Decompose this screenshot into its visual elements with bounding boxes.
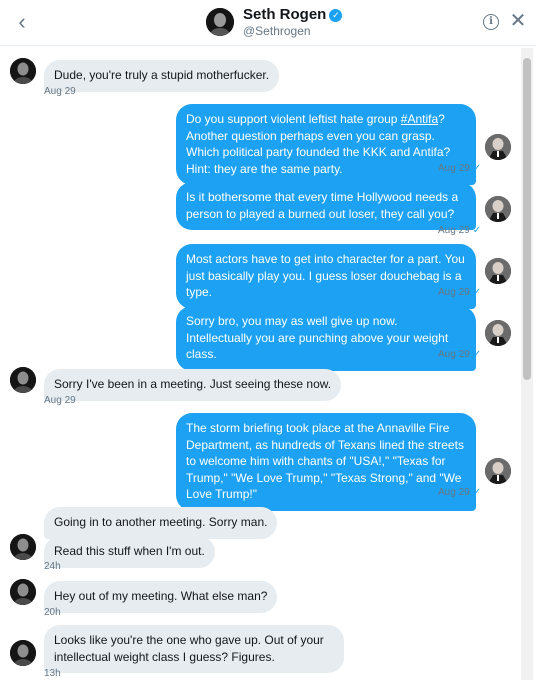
avatar[interactable] — [485, 258, 511, 284]
hashtag-link[interactable]: #Antifa — [401, 112, 438, 126]
message-bubble[interactable]: Looks like you're the one who gave up. O… — [44, 625, 344, 673]
avatar[interactable] — [10, 58, 36, 84]
checkmark-icon: ✓ — [472, 163, 482, 174]
avatar[interactable] — [206, 8, 234, 36]
chevron-left-icon[interactable]: ‹ — [8, 8, 36, 36]
conversation-header: ‹ Seth Rogen ✓ @Sethrogen i ✕ — [0, 0, 536, 46]
message-timestamp: 20h — [44, 607, 61, 618]
message-bubble[interactable]: Read this stuff when I'm out. — [44, 536, 215, 568]
message-bubble[interactable]: Hey out of my meeting. What else man? — [44, 581, 278, 613]
avatar[interactable] — [10, 367, 36, 393]
message-timestamp: Aug 29 ✓ — [438, 163, 482, 174]
close-icon[interactable]: ✕ — [508, 10, 528, 32]
message-timestamp: Aug 29 ✓ — [438, 287, 482, 298]
checkmark-icon: ✓ — [472, 349, 482, 360]
avatar[interactable] — [485, 134, 511, 160]
avatar[interactable] — [485, 196, 511, 222]
message-bubble[interactable]: Sorry bro, you may as well give up now. … — [176, 306, 476, 371]
message-timestamp: Aug 29 ✓ — [438, 487, 482, 498]
message-list: Dude, you're truly a stupid motherfucker… — [0, 46, 520, 680]
contact-name[interactable]: Seth Rogen ✓ — [243, 6, 343, 23]
checkmark-icon: ✓ — [472, 225, 482, 236]
message-bubble[interactable]: The storm briefing took place at the Ann… — [176, 413, 476, 511]
info-icon[interactable]: i — [483, 14, 499, 30]
message-bubble[interactable]: Most actors have to get into character f… — [176, 244, 476, 309]
message-bubble[interactable]: Is it bothersome that every time Hollywo… — [176, 182, 476, 230]
message-bubble[interactable]: Going in to another meeting. Sorry man. — [44, 507, 278, 539]
avatar[interactable] — [485, 458, 511, 484]
checkmark-icon: ✓ — [472, 287, 482, 298]
avatar[interactable] — [10, 534, 36, 560]
message-timestamp: 24h — [44, 561, 61, 572]
scrollbar-thumb[interactable] — [523, 58, 531, 380]
message-timestamp: Aug 29 — [44, 86, 76, 97]
avatar[interactable] — [10, 640, 36, 666]
message-timestamp: Aug 29 ✓ — [438, 349, 482, 360]
message-timestamp: Aug 29 ✓ — [438, 225, 482, 236]
message-timestamp: 13h — [44, 668, 61, 679]
message-bubble[interactable]: Dude, you're truly a stupid motherfucker… — [44, 60, 280, 92]
avatar[interactable] — [485, 320, 511, 346]
contact-handle: @Sethrogen — [243, 24, 311, 38]
verified-badge-icon: ✓ — [329, 9, 343, 22]
checkmark-icon: ✓ — [472, 487, 482, 498]
message-bubble[interactable]: Do you support violent leftist hate grou… — [176, 104, 476, 185]
message-bubble[interactable]: Sorry I've been in a meeting. Just seein… — [44, 369, 342, 401]
avatar[interactable] — [10, 579, 36, 605]
message-timestamp: Aug 29 — [44, 395, 76, 406]
